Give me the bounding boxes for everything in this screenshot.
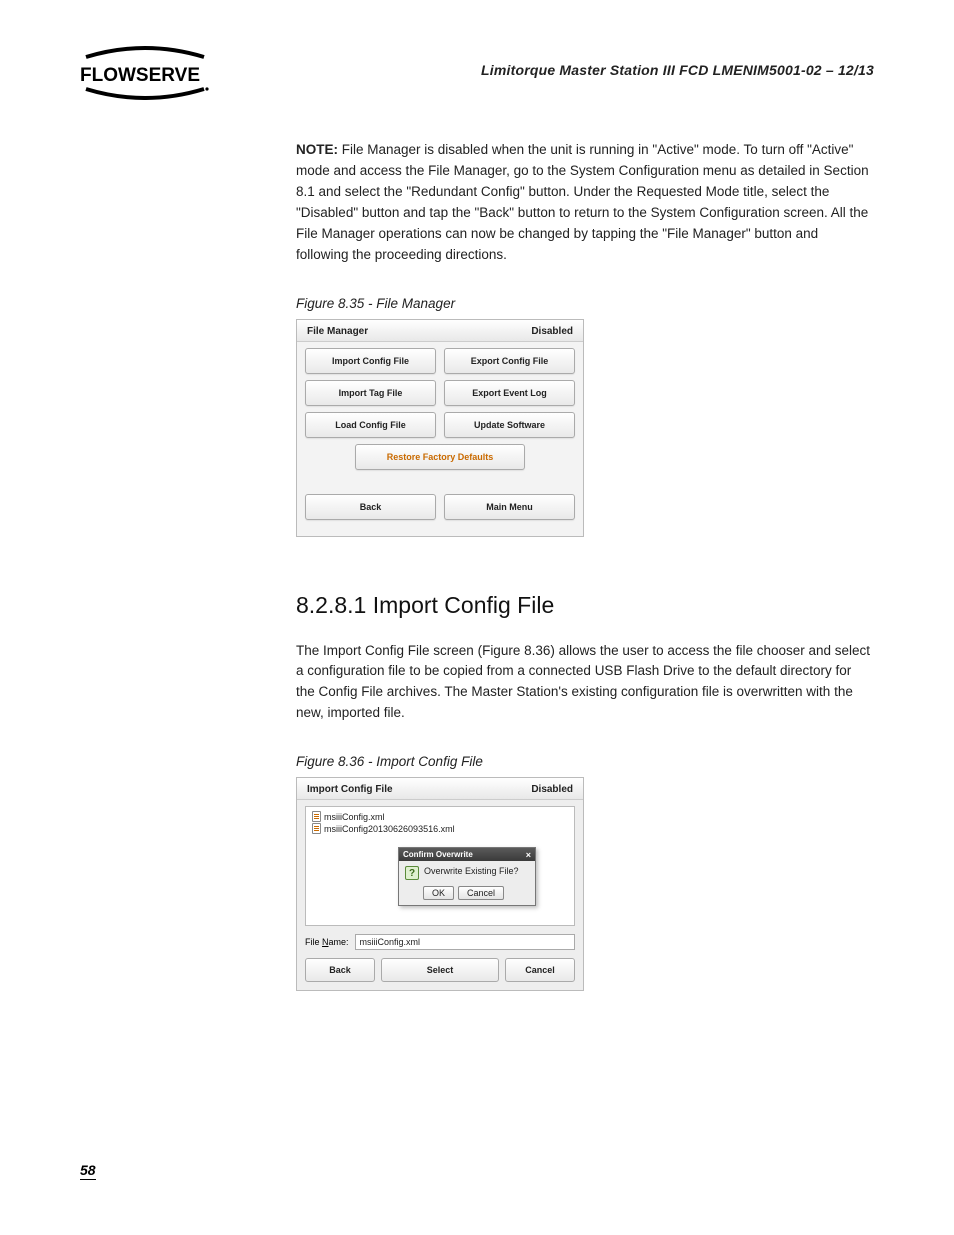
list-item[interactable]: msiiiConfig.xml [312,811,568,822]
fig35-panel: File Manager Disabled Import Config File… [296,319,584,537]
import-tag-button[interactable]: Import Tag File [305,380,436,406]
section-heading: 8.2.8.1 Import Config File [296,592,872,619]
confirm-overwrite-dialog: Confirm Overwrite × ? Overwrite Existing… [398,847,536,906]
dialog-ok-button[interactable]: OK [423,886,454,900]
section-paragraph: The Import Config File screen (Figure 8.… [296,641,872,725]
fig36-panel: Import Config File Disabled msiiiConfig.… [296,777,584,991]
export-event-button[interactable]: Export Event Log [444,380,575,406]
main-menu-button[interactable]: Main Menu [444,494,575,520]
dialog-message: Overwrite Existing File? [424,866,519,876]
list-item[interactable]: msiiiConfig20130626093516.xml [312,823,568,834]
file-icon [312,811,321,822]
dialog-cancel-button[interactable]: Cancel [458,886,504,900]
note-text: File Manager is disabled when the unit i… [296,142,869,262]
close-icon[interactable]: × [526,851,531,859]
back-button[interactable]: Back [305,494,436,520]
page-number: 58 [80,1162,96,1180]
update-software-button[interactable]: Update Software [444,412,575,438]
note-label: NOTE: [296,142,338,157]
file-name: msiiiConfig.xml [324,812,385,822]
dialog-title: Confirm Overwrite [403,850,473,859]
restore-defaults-button[interactable]: Restore Factory Defaults [355,444,525,470]
flowserve-logo: FLOWSERVE [80,45,210,100]
fig36-cancel-button[interactable]: Cancel [505,958,575,982]
fig36-caption: Figure 8.36 - Import Config File [296,754,872,769]
filename-label: File Name: [305,937,349,947]
logo-text: FLOWSERVE [80,65,200,86]
fig35-caption: Figure 8.35 - File Manager [296,296,872,311]
doc-title: Limitorque Master Station III FCD LMENIM… [481,62,874,78]
fig36-title: Import Config File [307,784,393,795]
question-icon: ? [405,866,419,880]
fig35-status: Disabled [531,326,573,337]
load-config-button[interactable]: Load Config File [305,412,436,438]
fig36-back-button[interactable]: Back [305,958,375,982]
file-list[interactable]: msiiiConfig.xml msiiiConfig2013062609351… [305,806,575,926]
fig36-status: Disabled [531,784,573,795]
fig36-select-button[interactable]: Select [381,958,499,982]
export-config-button[interactable]: Export Config File [444,348,575,374]
filename-input[interactable]: msiiiConfig.xml [355,934,575,950]
fig35-title: File Manager [307,326,368,337]
note-paragraph: NOTE: File Manager is disabled when the … [296,140,872,266]
file-name: msiiiConfig20130626093516.xml [324,824,455,834]
file-icon [312,823,321,834]
import-config-button[interactable]: Import Config File [305,348,436,374]
